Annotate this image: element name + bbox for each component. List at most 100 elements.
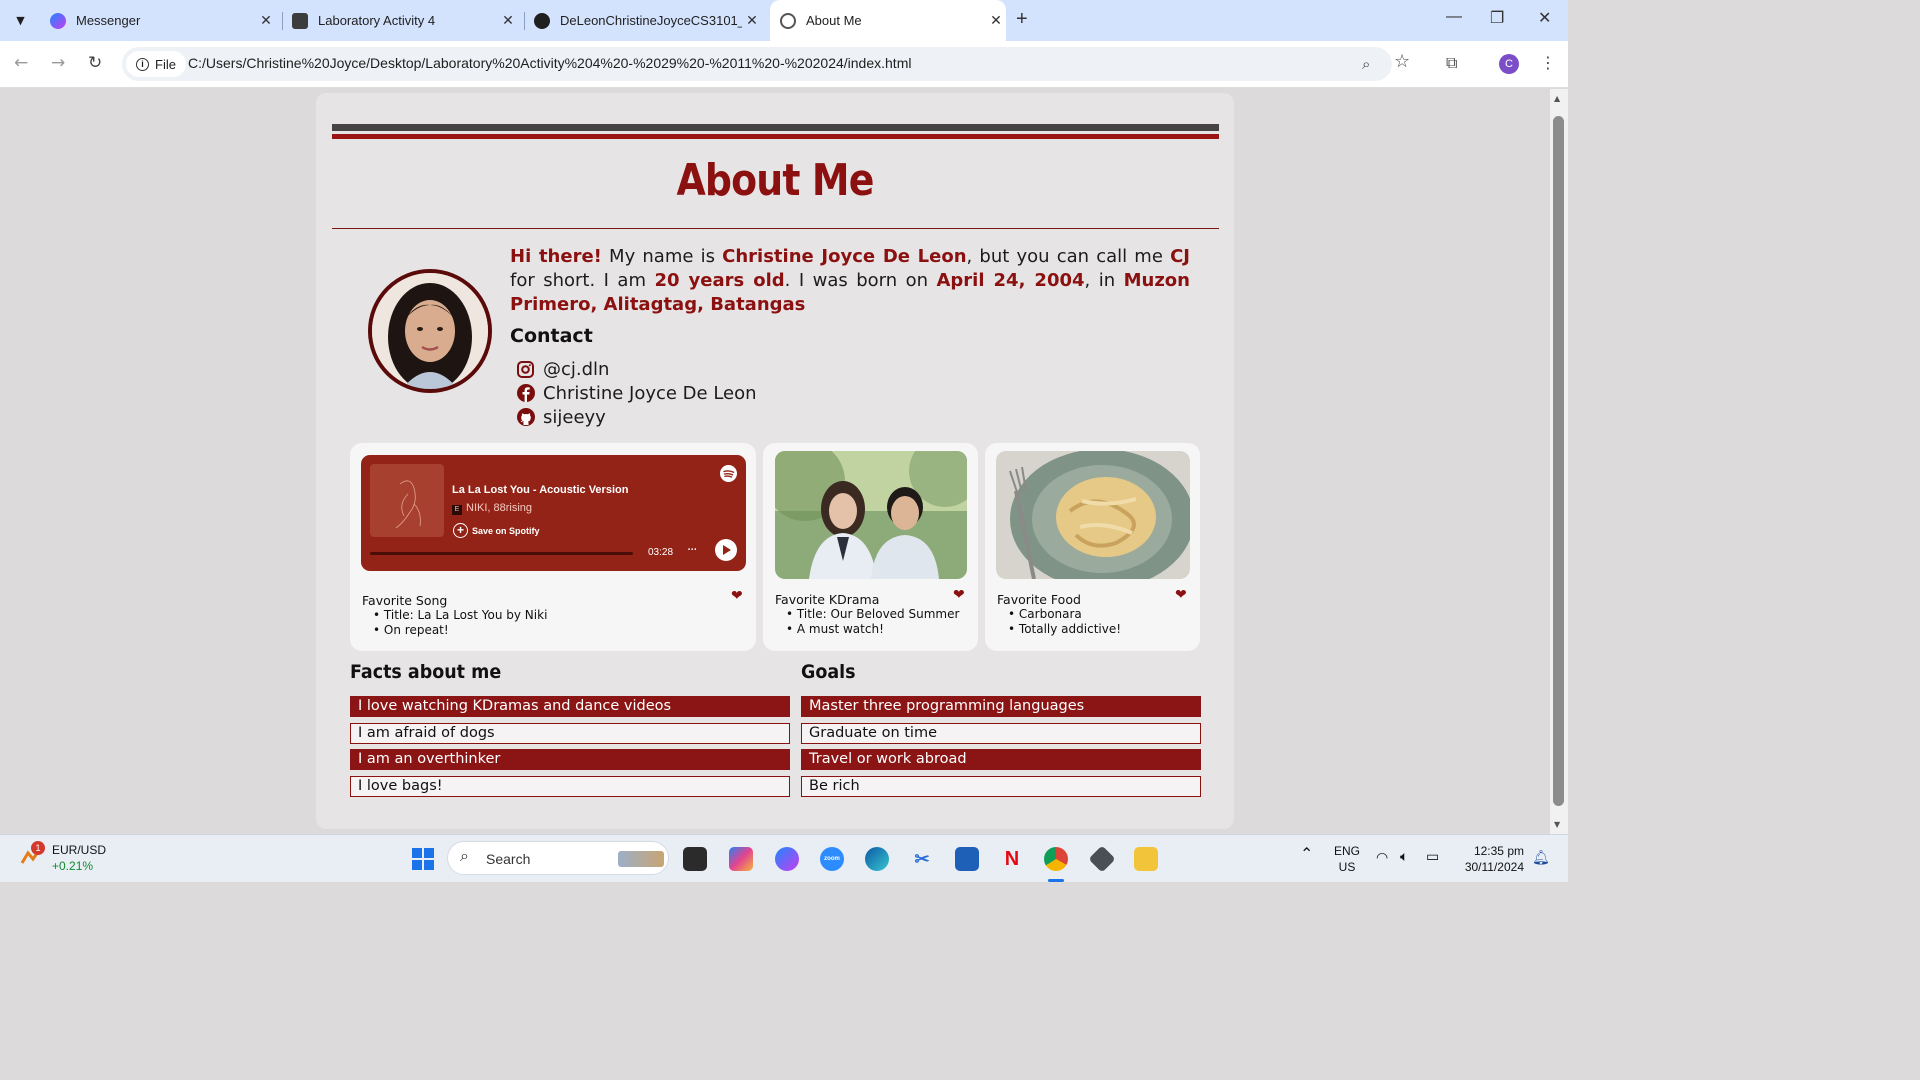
copilot-icon[interactable] xyxy=(729,847,753,871)
list-item: • Totally addictive! xyxy=(1008,622,1122,636)
artist-name[interactable]: NIKI, 88rising xyxy=(466,502,532,514)
url-text[interactable]: C:/Users/Christine%20Joyce/Desktop/Labor… xyxy=(188,55,911,71)
site-info-chip[interactable]: i File xyxy=(126,51,186,77)
file-explorer-icon[interactable] xyxy=(1134,847,1158,871)
task-view-icon[interactable] xyxy=(683,847,707,871)
reload-button[interactable]: ↻ xyxy=(88,53,102,73)
back-button[interactable]: ← xyxy=(14,53,28,73)
zoom-icon[interactable]: ⌕ xyxy=(1362,55,1370,73)
list-item: I am an overthinker xyxy=(350,749,790,770)
contact-github[interactable]: sijeeyy xyxy=(516,405,757,429)
wifi-icon[interactable]: ◠ xyxy=(1376,849,1388,865)
netflix-app-icon[interactable]: N xyxy=(1000,847,1024,871)
profile-avatar[interactable]: C xyxy=(1499,54,1519,74)
bookmark-star-icon[interactable]: ☆ xyxy=(1394,51,1410,72)
market-title: EUR/USD xyxy=(52,843,107,857)
kdrama-image xyxy=(775,451,967,579)
start-icon[interactable] xyxy=(411,847,435,871)
search-placeholder: Search xyxy=(486,851,531,867)
progress-bar[interactable] xyxy=(370,552,633,555)
play-button[interactable] xyxy=(715,539,737,561)
contact-facebook[interactable]: Christine Joyce De Leon xyxy=(516,381,757,405)
scroll-down-arrow[interactable]: ▼ xyxy=(1554,820,1560,829)
favorite-title: Favorite Food xyxy=(997,592,1081,607)
battery-icon[interactable]: ▭ xyxy=(1426,848,1439,864)
favorite-caption: Favorite KDrama • Title: Our Beloved Sum… xyxy=(775,592,959,637)
tab-github[interactable]: DeLeonChristineJoyceCS3101_W ✕ xyxy=(526,0,762,41)
song-title[interactable]: La La Lost You - Acoustic Version xyxy=(452,484,628,496)
favorite-title: Favorite Song xyxy=(362,593,448,608)
full-name: Christine Joyce De Leon xyxy=(722,246,967,267)
new-tab-button[interactable]: + xyxy=(1016,8,1028,31)
list-item: Travel or work abroad xyxy=(801,749,1201,770)
github-icon xyxy=(516,408,535,427)
favorite-caption: Favorite Food • Carbonara • Totally addi… xyxy=(997,592,1121,637)
volume-icon[interactable]: 🔈︎ xyxy=(1400,848,1408,864)
app-cube-icon[interactable] xyxy=(1088,845,1116,873)
tab-messenger[interactable]: Messenger ✕ xyxy=(40,0,276,41)
notification-badge: 1 xyxy=(31,841,45,855)
chevron-up-icon[interactable]: ⌃ xyxy=(1300,847,1313,863)
facts-list: I love watching KDramas and dance videos… xyxy=(350,696,790,802)
close-window-button[interactable]: ✕ xyxy=(1538,8,1551,28)
search-icon: ⌕ xyxy=(460,848,469,865)
favorite-caption: Favorite Song • Title: La La Lost You by… xyxy=(362,593,547,638)
favorite-title: Favorite KDrama xyxy=(775,592,880,607)
intro-paragraph: Hi there! My name is Christine Joyce De … xyxy=(510,246,1190,315)
contact-instagram[interactable]: @cj.dln xyxy=(516,357,757,381)
close-icon[interactable]: ✕ xyxy=(742,12,762,29)
heart-icon[interactable]: ❤ xyxy=(1175,587,1187,603)
notification-bell-icon[interactable]: 🔔︎ xyxy=(1532,849,1550,865)
contact-text: Christine Joyce De Leon xyxy=(543,382,757,404)
about-card: About Me Hi there! My name is Christine … xyxy=(316,93,1234,829)
page-scrollbar[interactable]: ▲ ▼ xyxy=(1550,89,1568,834)
list-item: • A must watch! xyxy=(786,622,884,636)
save-on-spotify-button[interactable]: + Save on Spotify xyxy=(453,523,540,538)
list-item: Be rich xyxy=(801,775,1201,797)
heart-icon[interactable]: ❤ xyxy=(731,588,743,604)
goals-list: Master three programming languages Gradu… xyxy=(801,696,1201,802)
tab-title: About Me xyxy=(806,13,862,28)
close-icon[interactable]: ✕ xyxy=(256,12,276,29)
info-icon: i xyxy=(136,57,149,71)
tab-laboratory-activity[interactable]: Laboratory Activity 4 ✕ xyxy=(284,0,518,41)
taskbar-search[interactable]: ⌕ Search xyxy=(447,841,669,875)
greeting: Hi there! xyxy=(510,246,602,267)
tab-search-dropdown[interactable]: ▼ xyxy=(8,8,33,33)
list-item: • Title: Our Beloved Summer xyxy=(786,607,960,621)
messenger-app-icon[interactable] xyxy=(775,847,799,871)
store-app-icon[interactable] xyxy=(955,847,979,871)
more-options-icon[interactable]: ··· xyxy=(687,543,697,558)
list-item: Master three programming languages xyxy=(801,696,1201,717)
menu-icon[interactable]: ⋮ xyxy=(1540,53,1556,72)
minimize-button[interactable]: — xyxy=(1446,8,1462,26)
extensions-icon[interactable]: ⧉ xyxy=(1446,53,1457,73)
explicit-badge: E xyxy=(452,505,462,515)
chrome-app-icon[interactable] xyxy=(1044,847,1068,871)
contact-list: @cj.dln Christine Joyce De Leon sijeeyy xyxy=(516,357,757,429)
restore-button[interactable]: ❐ xyxy=(1490,8,1504,28)
clock[interactable]: 12:35 pm 30/11/2024 xyxy=(1456,843,1524,875)
spotify-icon[interactable] xyxy=(720,465,737,482)
scroll-thumb[interactable] xyxy=(1553,116,1564,806)
tab-about-me[interactable]: About Me ✕ xyxy=(770,0,1006,41)
header-bar-dark xyxy=(332,124,1219,131)
scroll-up-arrow[interactable]: ▲ xyxy=(1554,94,1560,103)
tab-title: Laboratory Activity 4 xyxy=(318,13,436,28)
close-icon[interactable]: ✕ xyxy=(986,12,1006,29)
snipping-tool-icon[interactable]: ✂ xyxy=(910,847,934,871)
address-bar[interactable]: i File C:/Users/Christine%20Joyce/Deskto… xyxy=(122,47,1392,81)
language-indicator[interactable]: ENG US xyxy=(1334,843,1360,875)
close-icon[interactable]: ✕ xyxy=(498,12,518,29)
github-icon xyxy=(534,12,550,29)
market-widget[interactable]: EUR/USD +0.21% xyxy=(52,842,106,874)
zoom-app-icon[interactable]: zoom xyxy=(820,847,844,871)
spotify-embed[interactable]: La La Lost You - Acoustic Version E NIKI,… xyxy=(361,455,746,571)
contact-heading: Contact xyxy=(510,325,593,347)
edge-app-icon[interactable] xyxy=(865,847,889,871)
list-item: I am afraid of dogs xyxy=(350,722,790,744)
list-item: I love watching KDramas and dance videos xyxy=(350,696,790,717)
forward-button[interactable]: → xyxy=(51,53,65,73)
classroom-icon xyxy=(292,12,308,29)
heart-icon[interactable]: ❤ xyxy=(953,587,965,603)
